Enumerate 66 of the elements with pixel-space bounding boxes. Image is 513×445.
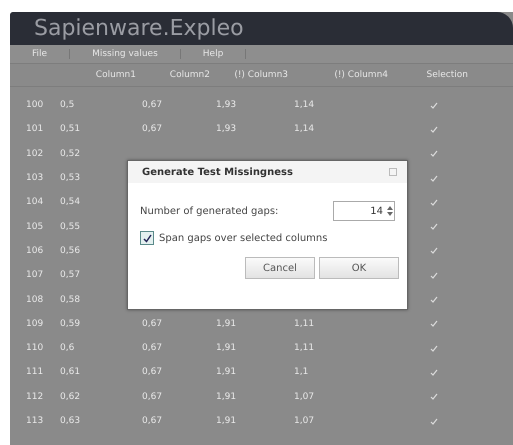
table-cell-text: 0,67 (142, 415, 164, 428)
table-cell-text: 1,91 (216, 415, 238, 428)
row-index: 107 (26, 269, 44, 282)
cancel-button[interactable]: Cancel (245, 257, 315, 279)
row-index: 101 (26, 123, 44, 136)
row-index: 109 (26, 318, 44, 331)
table-cell-text: 0,55 (60, 220, 82, 234)
row-index: 104 (26, 196, 44, 210)
table-cell-text: 1,1 (294, 366, 310, 380)
table-cell-text: 0,61 (60, 366, 82, 380)
row-index: 106 (26, 244, 44, 258)
table-cell-text: 1,11 (294, 342, 316, 356)
table-cell-text: 0,58 (60, 294, 82, 307)
row-index: 111 (26, 366, 44, 380)
column-header[interactable]: (!) Column3 (216, 64, 294, 86)
row-index: 110 (26, 342, 44, 356)
table-cell-text: 0,63 (60, 415, 82, 428)
table-cell-text: 1,93 (216, 99, 238, 112)
column-header[interactable]: Column2 (142, 64, 216, 86)
row-index: 108 (26, 294, 44, 307)
column-header[interactable]: Selection (394, 64, 474, 86)
table-cell-text: 0,67 (142, 390, 164, 404)
table-cell-text: 0,59 (60, 318, 82, 331)
table-cell-text: 1,14 (294, 123, 316, 136)
window-title: Sapienware.Expleo (34, 16, 244, 41)
ok-button[interactable]: OK (319, 257, 399, 279)
table-cell-text: 0,67 (142, 123, 164, 136)
table-cell-text: 1,91 (216, 390, 238, 404)
table-cell-text: 1,14 (294, 99, 316, 112)
table-cell-text: 1,91 (216, 342, 238, 356)
table-cell-text: 1,91 (216, 366, 238, 380)
table-cell-text: 1,07 (294, 415, 316, 428)
table-cell-text: 0,67 (142, 366, 164, 380)
row-index: 100 (26, 99, 44, 112)
table-cell-text: 0,52 (60, 148, 82, 161)
table-cell-text: 0,56 (60, 244, 82, 258)
table-cell-text: 0,53 (60, 172, 82, 186)
table-cell-text: 0,6 (60, 342, 76, 356)
row-index: 113 (26, 415, 44, 428)
dialog-title: Generate Test Missingness (142, 166, 293, 178)
gaps-spinner[interactable]: 14 (333, 201, 395, 221)
span-label: Span gaps over selected columns (159, 232, 328, 244)
table-cell-text: 1,11 (294, 318, 316, 331)
table-cell-text: 0,67 (142, 318, 164, 331)
table-cell-text: 0,62 (60, 390, 82, 404)
table-cell-text: 0,67 (142, 342, 164, 356)
table-cell-text: 0,51 (60, 123, 82, 136)
column-header[interactable]: Column1 (60, 64, 142, 86)
row-index: 102 (26, 148, 44, 161)
table-cell-text: 0,54 (60, 196, 82, 210)
table-cell-text: 1,07 (294, 390, 316, 404)
table-cell-text: 1,91 (216, 318, 238, 331)
row-index: 103 (26, 172, 44, 186)
menu-item[interactable]: Missing values (70, 49, 181, 59)
row-index: 105 (26, 220, 44, 234)
gaps-label: Number of generated gaps: (140, 206, 278, 216)
table-cell-text: 0,57 (60, 269, 82, 282)
spin-arrows-icon[interactable] (386, 204, 394, 218)
menu-item[interactable]: Help (180, 49, 246, 59)
span-checkbox[interactable] (140, 231, 154, 245)
row-index: 112 (26, 390, 44, 404)
table-cell-text: 1,93 (216, 123, 238, 136)
column-header[interactable]: (!) Column4 (294, 64, 394, 86)
table-cell-text: 0,67 (142, 99, 164, 112)
table-cell-text: 0,5 (60, 99, 76, 112)
menu-item[interactable]: File (10, 49, 70, 59)
